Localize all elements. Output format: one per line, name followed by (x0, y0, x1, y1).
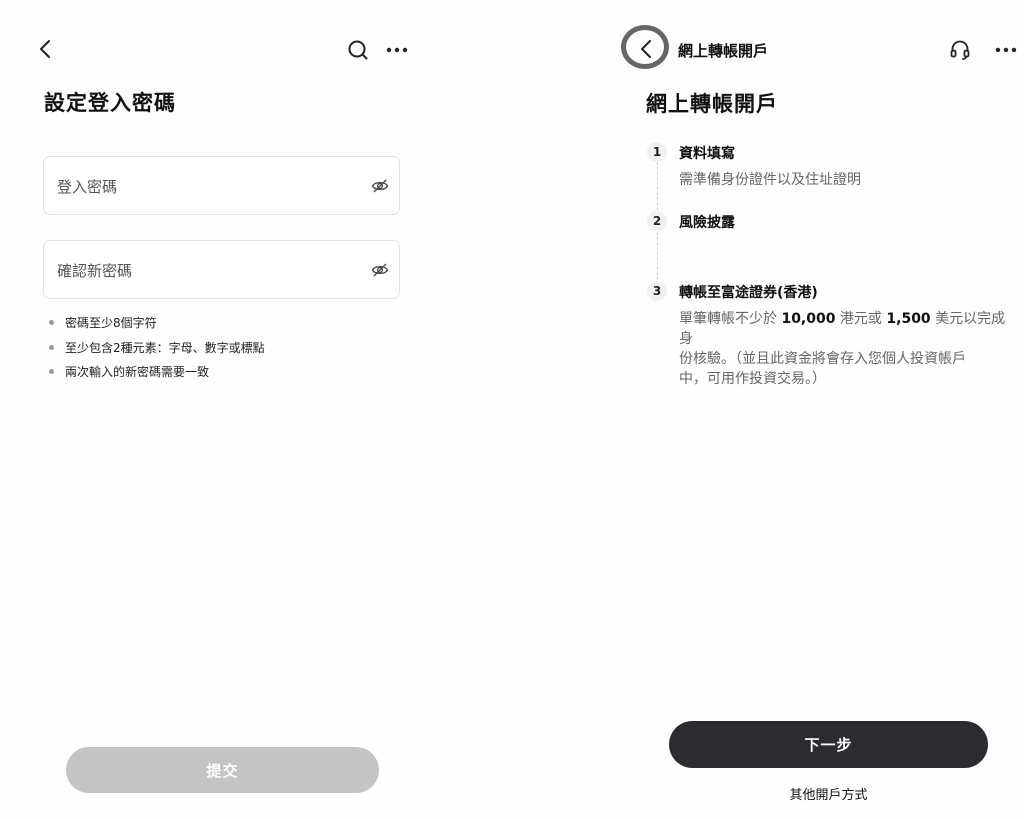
step-description: 單筆轉帳不少於 10,000 港元或 1,500 美元以完成身 份核驗。（並且此… (679, 309, 1019, 389)
online-transfer-account-screen: 網上轉帳開戶 網上轉帳開戶 1 資料填寫 需準備身份證件以及住址證明 2 風險披… (610, 0, 1024, 819)
back-icon[interactable] (34, 38, 56, 60)
step-number: 3 (647, 281, 667, 301)
password-rules: 密碼至少8個字符 至少包含2種元素：字母、數字或標點 兩次輸入的新密碼需要一致 (47, 314, 265, 388)
step-desc-line: 單筆轉帳不少於 10,000 港元或 1,500 美元以完成身 (679, 311, 1006, 347)
step-description: 需準備身份證件以及住址證明 (679, 172, 861, 188)
password-input[interactable] (55, 157, 359, 216)
step-desc-line: 份核驗。（並且此資金將會存入您個人投資帳戶 (679, 351, 966, 367)
other-account-method-link[interactable]: 其他開戶方式 (610, 784, 1024, 803)
rule-item: 密碼至少8個字符 (47, 314, 265, 339)
step-title: 風險披露 (679, 215, 735, 231)
confirm-password-field (43, 240, 400, 300)
eye-hidden-icon[interactable] (371, 261, 389, 279)
more-icon[interactable] (384, 38, 410, 62)
step-title: 資料填寫 (679, 146, 735, 162)
step-connector (657, 162, 658, 210)
step-number: 1 (647, 142, 667, 162)
step-title: 轉帳至富途證券(香港) (679, 285, 818, 301)
password-field (43, 156, 400, 216)
set-password-screen: 設定登入密碼 密碼至少8個字符 至少包含2種元素：字母、數字或標點 兩次輸入的新… (0, 0, 430, 819)
rule-item: 兩次輸入的新密碼需要一致 (47, 363, 265, 388)
step-desc-line: 中，可用作投資交易。） (679, 371, 826, 387)
confirm-password-input[interactable] (55, 241, 359, 300)
header-title: 網上轉帳開戶 (678, 42, 769, 60)
back-icon[interactable] (637, 38, 655, 60)
page-title: 設定登入密碼 (44, 91, 176, 115)
headset-icon[interactable] (948, 38, 972, 62)
next-step-button[interactable]: 下一步 (669, 721, 988, 768)
step-connector (657, 232, 658, 280)
submit-button[interactable]: 提交 (66, 747, 379, 793)
page-title: 網上轉帳開戶 (646, 92, 778, 116)
eye-hidden-icon[interactable] (371, 177, 389, 195)
step-number: 2 (647, 211, 667, 231)
amount-usd: 1,500 (886, 311, 931, 327)
rule-item: 至少包含2種元素：字母、數字或標點 (47, 339, 265, 364)
search-icon[interactable] (346, 38, 370, 62)
more-icon[interactable] (993, 38, 1019, 62)
amount-hkd: 10,000 (781, 311, 836, 327)
